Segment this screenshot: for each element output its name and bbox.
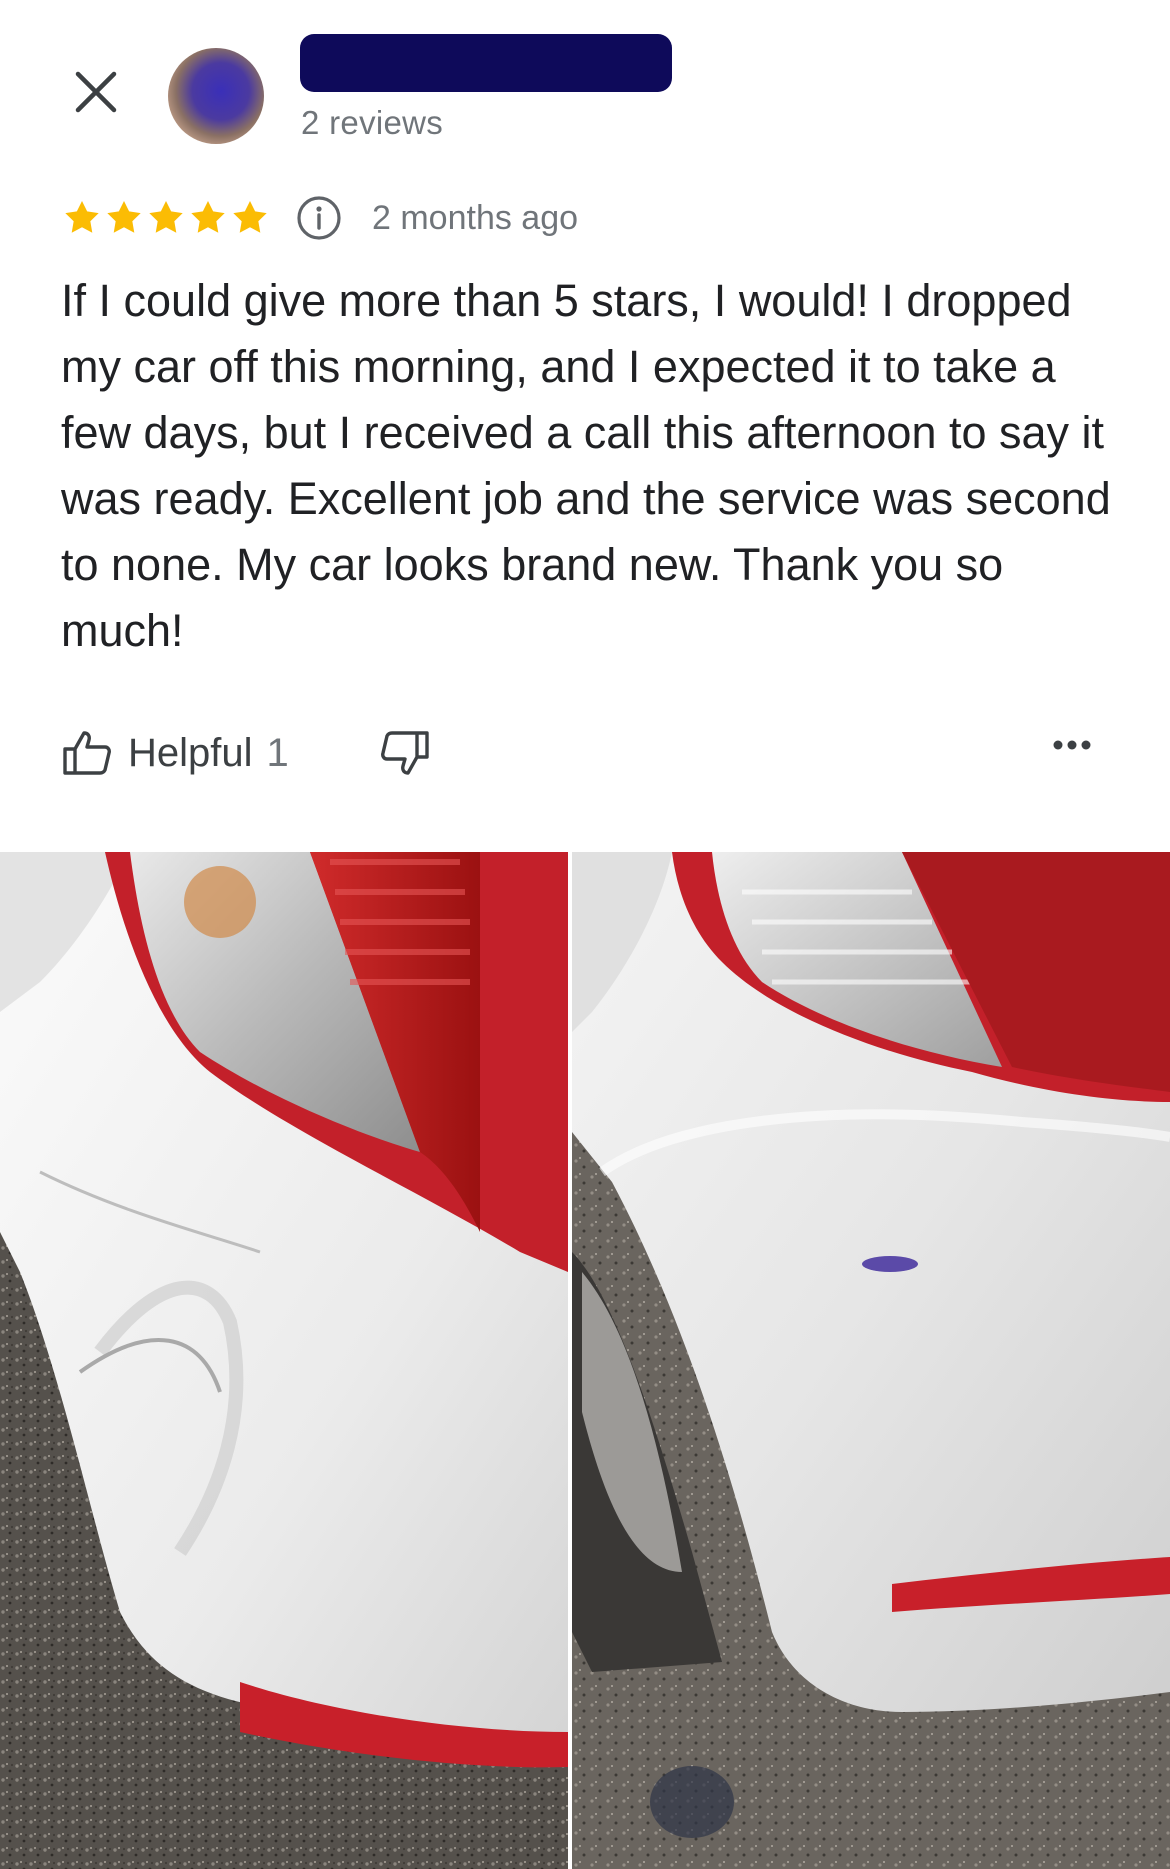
rating-row: 2 months ago <box>62 196 578 240</box>
review-photo-before[interactable] <box>0 852 568 1869</box>
helpful-button[interactable]: Helpful 1 <box>62 730 289 776</box>
helpful-label: Helpful <box>128 730 253 775</box>
review-text: If I could give more than 5 stars, I wou… <box>61 275 1111 656</box>
star-icon <box>191 201 225 233</box>
review-header: 2 reviews <box>0 0 1170 160</box>
review-card: 2 reviews 2 months ago If I could give m… <box>0 0 1170 1869</box>
info-icon[interactable] <box>296 195 342 241</box>
review-photo-after[interactable] <box>572 852 1170 1869</box>
star-icon <box>149 201 183 233</box>
close-button[interactable] <box>64 60 128 124</box>
car-repaired-photo <box>572 852 1170 1869</box>
more-options-button[interactable] <box>1052 738 1092 757</box>
review-date: 2 months ago <box>372 198 579 237</box>
more-horizontal-icon <box>1053 740 1091 750</box>
reviewer-name-redacted <box>300 34 672 92</box>
car-dent-photo <box>0 852 568 1869</box>
avatar[interactable] <box>168 48 264 144</box>
close-icon <box>75 71 117 113</box>
star-icon <box>233 201 267 233</box>
thumbs-up-icon <box>63 731 111 775</box>
review-actions: Helpful 1 <box>0 720 1170 790</box>
star-rating <box>62 198 270 238</box>
reviewer-review-count: 2 reviews <box>301 104 444 141</box>
review-photos <box>0 852 1170 1869</box>
star-icon <box>107 201 141 233</box>
helpful-count: 1 <box>266 730 289 775</box>
star-icon <box>65 201 99 233</box>
not-helpful-button[interactable] <box>380 730 430 781</box>
thumbs-down-icon <box>381 731 429 775</box>
